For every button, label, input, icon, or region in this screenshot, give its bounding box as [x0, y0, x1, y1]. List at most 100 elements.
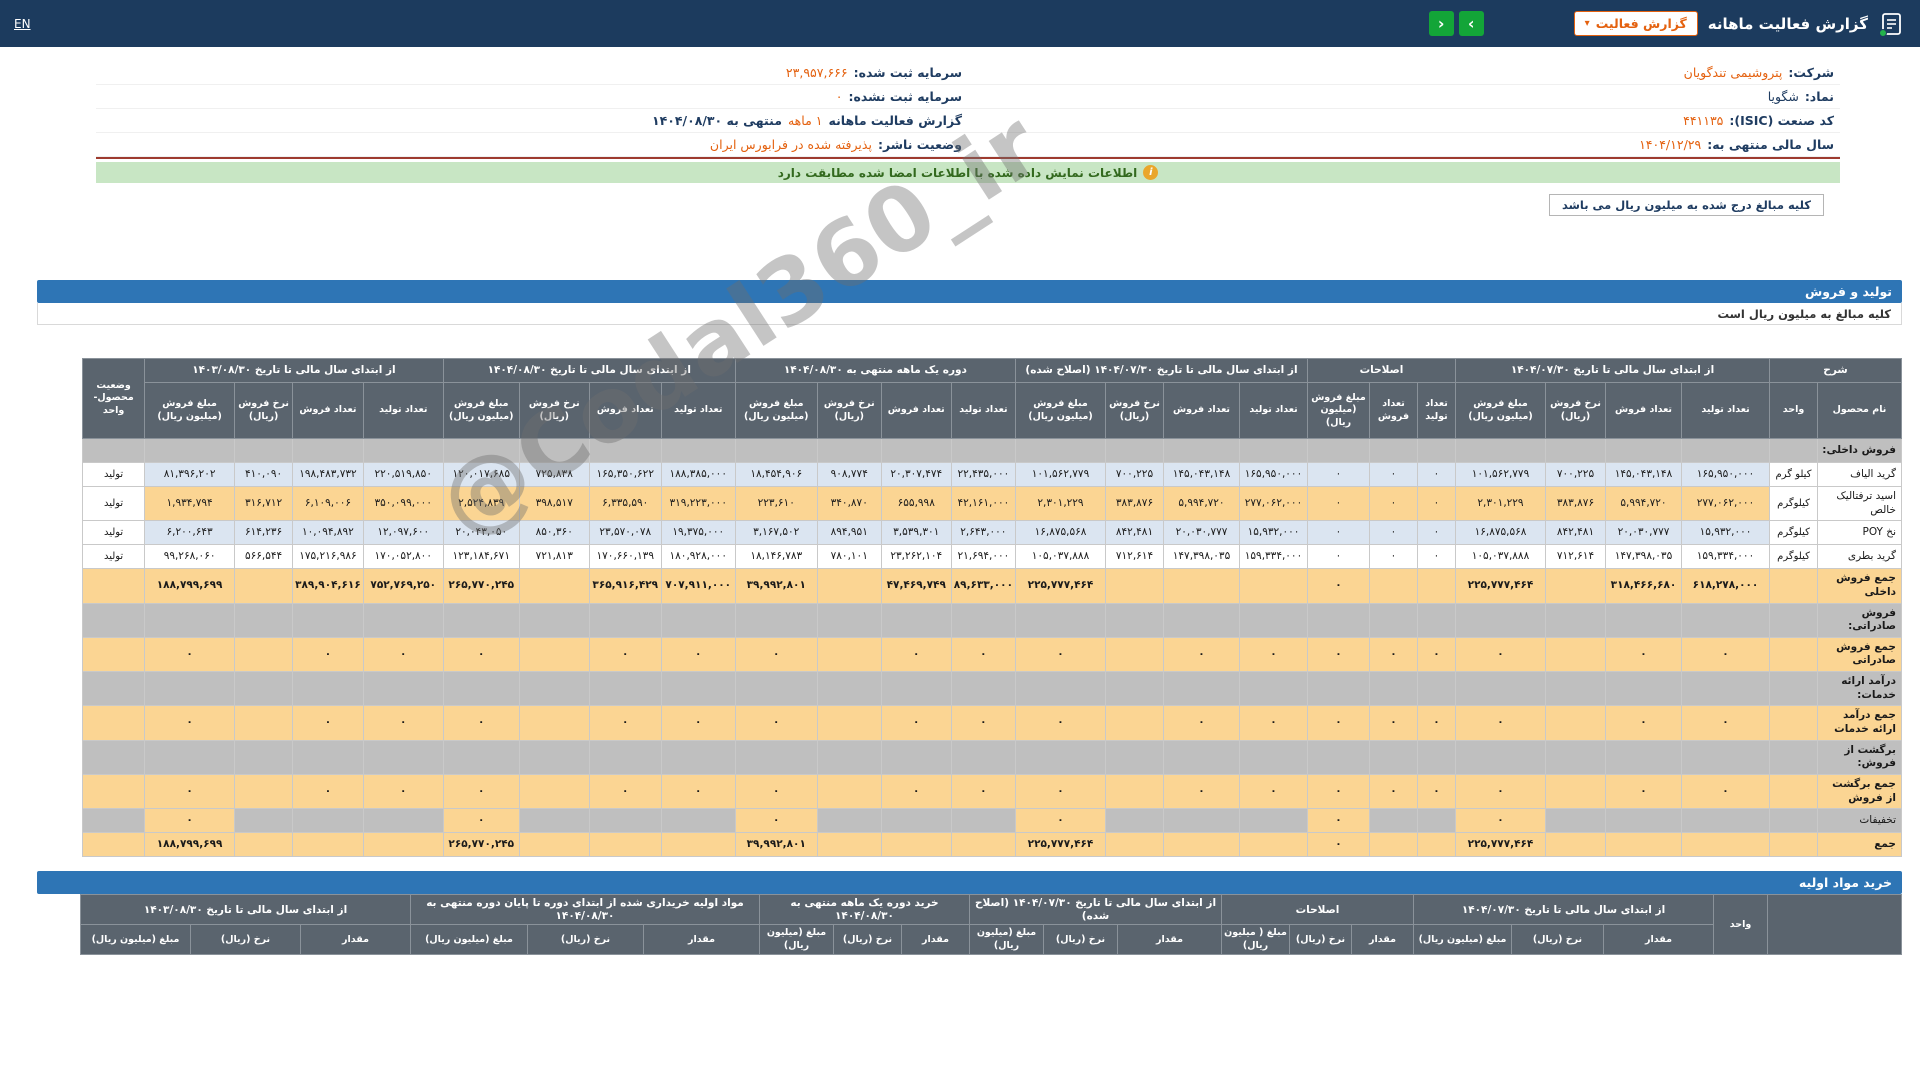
value-cell: [518, 739, 590, 775]
value-cell: ۳,۵۳۹,۳۰۱: [880, 520, 952, 546]
value-cell: [1015, 671, 1106, 707]
product-status-cell: [82, 671, 146, 707]
value-cell: [1239, 739, 1308, 775]
value-cell: ۰: [1455, 773, 1546, 810]
column-header: مبلغ (میلیون ریال): [1413, 924, 1512, 956]
value-cell: ۰: [1455, 636, 1546, 673]
value-cell: ۰: [442, 705, 520, 741]
value-cell: [1239, 671, 1308, 707]
value-cell: ۳۸۳,۸۷۶: [1545, 485, 1606, 522]
product-name-cell: تخفیفات: [1817, 808, 1902, 834]
value-cell: ۲۲۰,۵۱۹,۸۵۰: [362, 462, 444, 487]
report-type-button[interactable]: گزارش فعالیت ▾: [1573, 11, 1698, 36]
value-cell: ۰: [1015, 808, 1106, 834]
value-cell: [1681, 438, 1770, 463]
value-cell: ۶۵۵,۹۹۸: [880, 485, 952, 522]
column-header: تعداد فروش: [588, 382, 662, 439]
language-link[interactable]: EN: [14, 17, 31, 31]
value-cell: ۰: [880, 705, 952, 741]
value-cell: [1605, 671, 1682, 707]
navbar-right-group: گزارش فعالیت ماهانه گزارش فعالیت ▾ › ‹: [1428, 10, 1906, 38]
column-group-header: واحد: [1713, 894, 1768, 956]
column-header: مبلغ ( میلیون ریال): [1221, 924, 1290, 956]
top-navbar: گزارش فعالیت ماهانه گزارش فعالیت ▾ › ‹ E…: [0, 0, 1920, 47]
value-cell: ۷۱۲,۶۱۴: [1545, 544, 1606, 570]
value-cell: ۷۰۷,۹۱۱,۰۰۰: [660, 568, 736, 604]
value-cell: [362, 739, 444, 775]
next-report-button[interactable]: ›: [1458, 11, 1484, 36]
company-name[interactable]: پتروشیمی تندگویان: [1684, 65, 1783, 80]
amounts-unit-tab[interactable]: کلیه مبالغ درج شده به میلیون ریال می باش…: [1548, 194, 1824, 216]
value-cell: ۰: [144, 773, 236, 810]
value-cell: [588, 602, 662, 638]
product-status-cell: [82, 705, 146, 741]
value-cell: [660, 832, 736, 858]
column-header: مبلغ (میلیون ریال): [80, 924, 191, 956]
value-cell: ۱۴۵,۰۴۳,۱۴۸: [1605, 462, 1682, 487]
value-cell: ۱۶۵,۳۵۰,۶۲۲: [588, 462, 662, 487]
column-header: نرخ (ریال): [1043, 924, 1118, 956]
value-cell: [950, 602, 1017, 638]
value-cell: ۰: [1369, 485, 1418, 522]
value-cell: [816, 602, 882, 638]
column-header: مبلغ فروش (میلیون ریال): [1307, 382, 1370, 439]
value-cell: [1163, 671, 1240, 707]
value-cell: ۱۲۰,۰۱۷,۶۸۵: [442, 462, 520, 487]
value-cell: ۱۵۹,۳۳۴,۰۰۰: [1681, 544, 1770, 570]
value-cell: ۰: [1681, 773, 1770, 810]
unit-cell: [1769, 705, 1818, 741]
registered-capital-value: ۲۳,۹۵۷,۶۶۶: [785, 65, 848, 80]
value-cell: ۰: [880, 636, 952, 673]
value-cell: [518, 808, 590, 834]
value-cell: ۳۹,۹۹۲,۸۰۱: [734, 568, 818, 604]
value-cell: ۰: [1239, 636, 1308, 673]
value-cell: [292, 671, 364, 707]
value-cell: ۲۶۵,۷۷۰,۲۴۵: [442, 568, 520, 604]
value-cell: ۰: [1163, 636, 1240, 673]
value-cell: ۰: [1307, 773, 1370, 810]
product-name-cell: درآمد ارائه خدمات:: [1817, 671, 1902, 707]
column-header: نرخ (ریال): [190, 924, 301, 956]
value-cell: ۱۸,۱۴۶,۷۸۳: [734, 544, 818, 570]
value-cell: [1369, 808, 1418, 834]
unit-cell: [1769, 671, 1818, 707]
value-cell: ۱۸۰,۹۲۸,۰۰۰: [660, 544, 736, 570]
company-info-left-column: سرمایه ثبت شده: ۲۳,۹۵۷,۶۶۶ سرمایه ثبت نش…: [96, 61, 968, 157]
value-cell: [1163, 739, 1240, 775]
column-header: مقدار: [1351, 924, 1414, 956]
value-cell: [1239, 832, 1308, 858]
prev-report-button[interactable]: ‹: [1428, 11, 1454, 36]
value-cell: [1417, 438, 1456, 463]
unit-cell: [1769, 832, 1818, 858]
value-cell: ۰: [442, 808, 520, 834]
value-cell: ۲۳,۵۷۰,۰۷۸: [588, 520, 662, 546]
value-cell: ۱۴۷,۳۹۸,۰۳۵: [1163, 544, 1240, 570]
table-row-total: جمع فروش صادراتی ۰ ۰ ۰ ۰ ۰ ۰ ۰ ۰ ۰ ۰ ۰ ۰ ۰ ۰ ۰ ۰ ۰ ۰: [82, 636, 1902, 673]
value-cell: [518, 671, 590, 707]
product-name-cell: نخ POY: [1817, 520, 1902, 546]
value-cell: ۰: [1239, 773, 1308, 810]
value-cell: ۷۲۵,۸۳۸: [518, 462, 590, 487]
value-cell: [660, 602, 736, 638]
value-cell: [816, 773, 882, 810]
value-cell: ۴۱۰,۰۹۰: [234, 462, 294, 487]
value-cell: ۰: [1369, 520, 1418, 546]
value-cell: [734, 438, 818, 463]
value-cell: [362, 808, 444, 834]
value-cell: [588, 832, 662, 858]
value-cell: ۱۵,۹۳۲,۰۰۰: [1239, 520, 1308, 546]
value-cell: [362, 832, 444, 858]
value-cell: [518, 705, 590, 741]
value-cell: ۸۴۲,۴۸۱: [1105, 520, 1164, 546]
value-cell: [292, 808, 364, 834]
value-cell: [442, 739, 520, 775]
value-cell: [1105, 705, 1164, 741]
value-cell: [362, 438, 444, 463]
issuer-status-value: پذیرفته شده در فرابورس ایران: [709, 137, 872, 152]
column-header: مبلغ (میلیون ریال): [410, 924, 528, 956]
value-cell: ۲۲۵,۷۷۷,۴۶۴: [1015, 568, 1106, 604]
main-content: تولید و فروش کلیه مبالغ به میلیون ریال ا…: [37, 280, 1902, 956]
value-cell: ۱۲۳,۱۸۴,۶۷۱: [442, 544, 520, 570]
value-cell: ۰: [1605, 705, 1682, 741]
value-cell: [1239, 808, 1308, 834]
